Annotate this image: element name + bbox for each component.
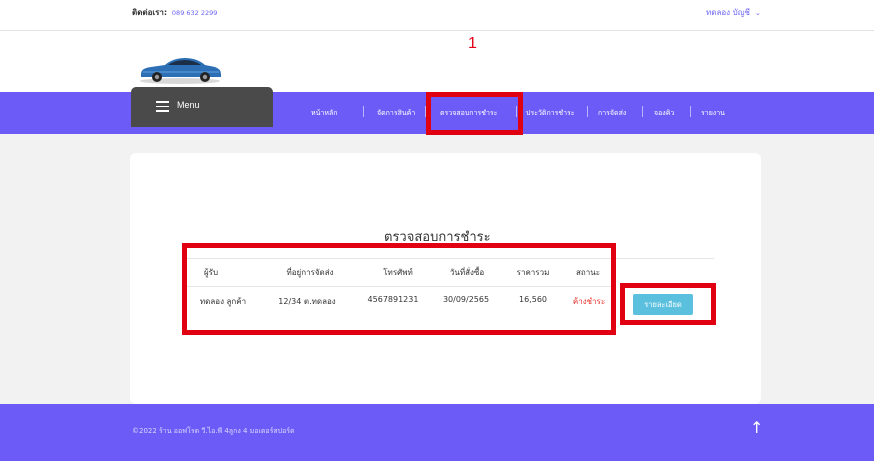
nav-divider [690,106,691,117]
contact-phone[interactable]: 089 632 2299 [172,9,218,17]
nav-divider [587,106,588,117]
contact-label: ติดต่อเรา: [132,8,168,17]
nav-item-report[interactable]: รายงาน [701,108,725,119]
nav-item-products[interactable]: จัดการสินค้า [377,108,415,119]
contact-info: ติดต่อเรา: 089 632 2299 [132,6,217,19]
logo-area: 1 [0,30,874,92]
copyright-text: ©2022 ร้าน ออฟโรด วี.ไอ.พี 4ลูกง 4 มอเตอ… [132,427,295,435]
nav-item-payment-history[interactable]: ประวัติการชำระ [526,108,575,119]
nav-item-home[interactable]: หน้าหลัก [311,108,337,119]
highlight-box-button [620,283,716,325]
chevron-down-icon: ⌄ [754,9,761,17]
nav-item-queue[interactable]: จองคิว [654,108,674,119]
top-bar: ติดต่อเรา: 089 632 2299 ทดลอง บัญชี ⌄ [0,0,874,30]
user-name: ทดลอง บัญชี [706,8,750,17]
nav-item-shipping[interactable]: การจัดส่ง [598,108,626,119]
highlight-box-nav [426,92,523,135]
menu-button[interactable]: Menu [131,87,273,127]
hamburger-icon [156,101,169,115]
arrow-up-icon[interactable]: ↑ [750,418,763,437]
nav-divider [642,106,643,117]
annotation-number: 1 [468,35,477,52]
user-account-menu[interactable]: ทดลอง บัญชี ⌄ [706,6,761,19]
menu-label: Menu [177,100,200,110]
footer: ©2022 ร้าน ออฟโรด วี.ไอ.พี 4ลูกง 4 มอเตอ… [0,404,874,461]
nav-divider [363,106,364,117]
highlight-box-table [182,243,616,335]
car-icon[interactable] [137,55,223,89]
